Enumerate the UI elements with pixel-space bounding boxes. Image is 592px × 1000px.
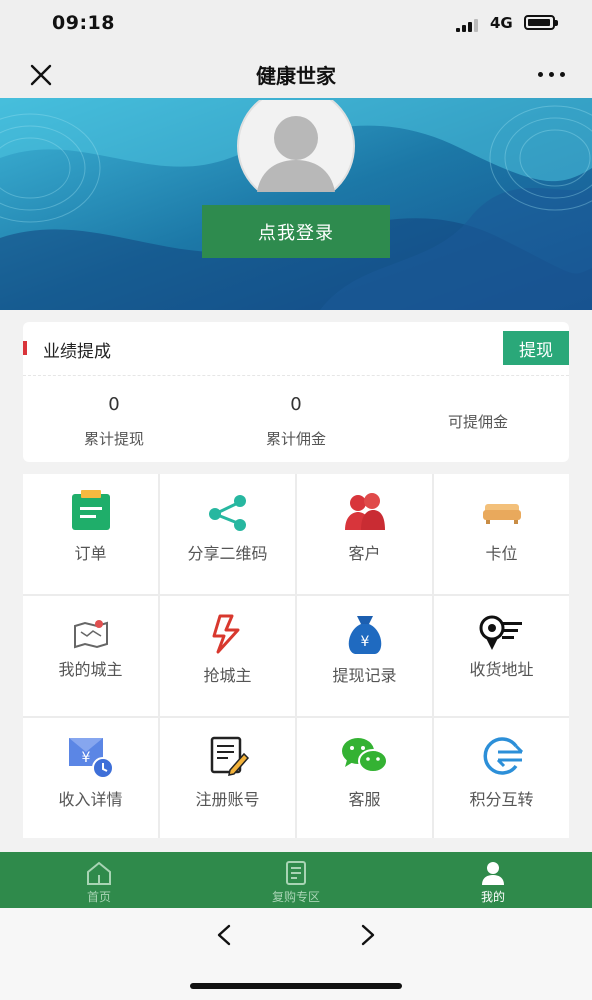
nav-bar [0,48,592,98]
available-commission-label: 可提佣金 [447,413,508,431]
close-icon [30,64,52,86]
forward-button[interactable] [352,918,384,952]
more-button[interactable] [532,64,572,84]
menu-item-label: 卡位 [485,544,518,563]
menu-item-label: 提现记录 [332,666,397,685]
menu-item-withdraw-records[interactable]: ¥ 提现记录 [297,596,432,716]
section-marker [23,341,27,355]
close-button[interactable] [26,60,56,90]
more-icon [538,72,543,77]
total-withdrawn-label: 累计提现 [83,430,144,448]
total-commission-value: 0 [290,394,302,415]
menu-item-label: 抢城主 [203,666,252,685]
tab-label: 复购专区 [271,890,320,904]
svg-text:¥: ¥ [81,750,90,766]
menu-item-label: 分享二维码 [187,544,268,563]
location-icon [479,615,522,650]
home-icon [87,861,111,885]
signal-icon [456,18,482,32]
money-bag-icon: ¥ [348,616,381,654]
home-indicator [190,983,402,989]
menu-item-orders[interactable]: 订单 [23,474,158,594]
menu-item-my-city-lord[interactable]: 我的城主 [23,596,158,716]
chevron-right-icon [361,924,375,946]
tab-mine[interactable]: 我的 [423,852,563,908]
tab-repurchase[interactable]: 复购专区 [226,852,366,908]
avatar-icon [237,87,355,205]
wechat-icon [341,738,388,773]
total-withdrawn-value: 0 [108,394,120,415]
menu-item-label: 我的城主 [58,660,123,679]
register-icon [210,736,249,776]
menu-item-label: 收入详情 [58,790,123,809]
repurchase-icon [286,861,306,885]
income-icon: ¥ [68,738,114,779]
svg-text:¥: ¥ [360,634,369,650]
login-button[interactable]: 点我登录 [202,205,390,258]
menu-item-label: 订单 [74,544,107,563]
menu-item-customer-service[interactable]: 客服 [297,718,432,838]
menu-item-label: 注册账号 [195,790,260,809]
share-icon [208,495,246,531]
menu-item-shipping-address[interactable]: 收货地址 [434,596,569,716]
chevron-left-icon [217,924,231,946]
status-time: 09:18 [52,12,115,34]
performance-title: 业绩提成 [43,342,111,362]
menu-item-label: 积分互转 [469,790,534,809]
menu-item-label: 客户 [348,544,381,563]
network-label: 4G [490,14,513,32]
profile-icon [482,862,504,885]
total-commission-label: 累计佣金 [265,430,326,448]
menu-item-label: 客服 [348,790,381,809]
avatar[interactable] [237,87,355,205]
tab-label: 首页 [86,890,111,904]
tab-home[interactable]: 首页 [29,852,169,908]
menu-item-share-qr[interactable]: 分享二维码 [160,474,295,594]
menu-item-label: 收货地址 [469,660,534,679]
city-map-icon [73,620,108,649]
withdraw-button[interactable]: 提现 [503,331,569,365]
menu-item-income-details[interactable]: ¥ 收入详情 [23,718,158,838]
menu-item-customers[interactable]: 客户 [297,474,432,594]
customers-icon [344,493,385,530]
menu-grid: 订单 分享二维码 客户 卡位 我的城主 抢城主 ¥ 提现记录 收货地址 ¥ 收入… [23,474,569,838]
order-icon [71,490,110,530]
menu-item-points-exchange[interactable]: 积分互转 [434,718,569,838]
menu-item-grab-city-lord[interactable]: 抢城主 [160,596,295,716]
menu-item-register-account[interactable]: 注册账号 [160,718,295,838]
sofa-icon [482,504,521,524]
exchange-icon [483,737,523,775]
tab-label: 我的 [480,890,505,904]
battery-icon [524,15,558,30]
menu-item-seat[interactable]: 卡位 [434,474,569,594]
divider [23,375,569,376]
lightning-icon [212,614,239,654]
back-button[interactable] [208,918,240,952]
